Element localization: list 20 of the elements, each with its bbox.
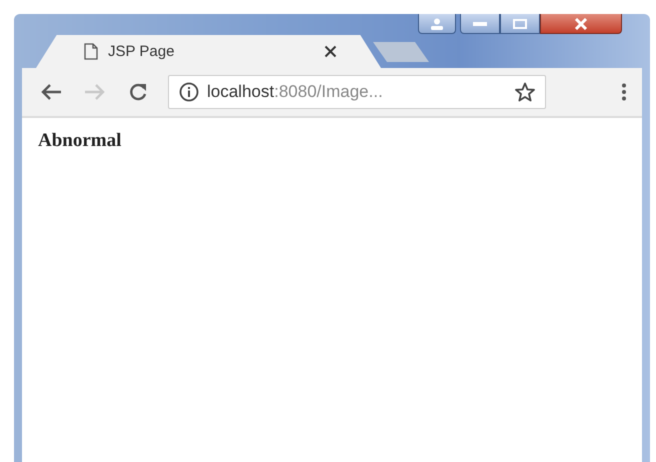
info-icon [179, 82, 199, 102]
page-icon [84, 43, 98, 60]
minimize-button[interactable] [460, 14, 500, 34]
star-icon[interactable] [515, 82, 535, 102]
url-text: localhost:8080/Image... [207, 82, 384, 102]
user-button[interactable] [418, 14, 456, 34]
person-icon [429, 18, 445, 30]
forward-arrow-icon [84, 83, 106, 101]
close-icon [574, 18, 588, 30]
close-window-button[interactable] [540, 14, 622, 34]
page-text: Abnormal [38, 130, 122, 152]
maximize-button[interactable] [500, 14, 540, 34]
minimize-icon [473, 22, 487, 26]
address-bar[interactable]: localhost:8080/Image... [168, 75, 546, 109]
back-arrow-icon [40, 83, 62, 101]
reload-icon [128, 82, 148, 102]
menu-icon [622, 83, 626, 101]
close-tab-icon[interactable] [324, 45, 337, 58]
maximize-icon [513, 18, 527, 28]
browser-tab[interactable]: JSP Page [36, 35, 381, 68]
